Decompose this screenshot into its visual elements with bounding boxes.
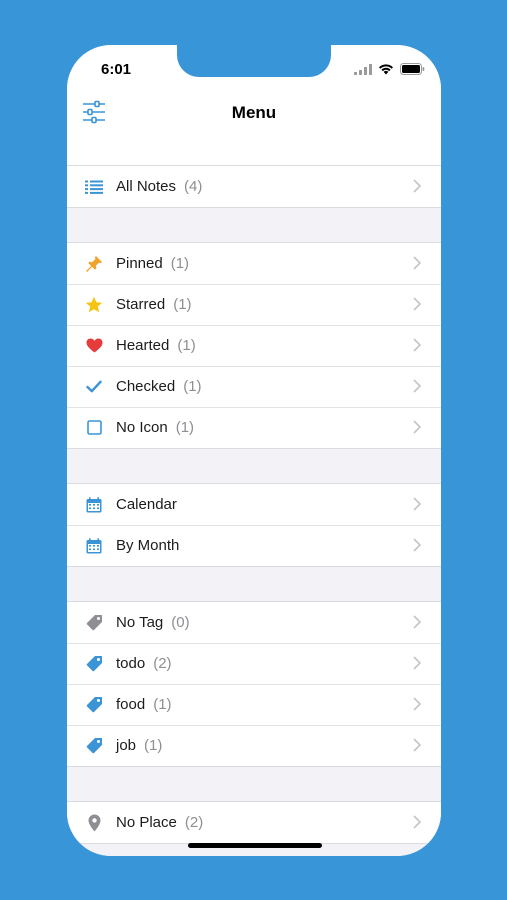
menu-item-count: (2) — [153, 655, 172, 672]
heart-icon — [84, 336, 104, 356]
tag-icon — [84, 613, 104, 633]
list-icon — [84, 177, 104, 197]
menu-item-label: All Notes — [116, 178, 177, 195]
menu-item-no-tag[interactable]: No Tag (0) — [67, 602, 441, 643]
page-title: Menu — [231, 103, 277, 122]
chevron-right-icon — [413, 256, 421, 270]
menu-item-all-notes[interactable]: All Notes (4) — [67, 166, 441, 207]
home-indicator[interactable] — [188, 843, 322, 848]
chevron-right-icon — [413, 656, 421, 670]
tag-icon — [84, 736, 104, 756]
group-places: No Place (2) — [67, 801, 441, 844]
chevron-right-icon — [413, 379, 421, 393]
menu-item-label: By Month — [116, 537, 180, 554]
pin-icon — [84, 254, 104, 274]
menu-item-count: (1) — [173, 296, 192, 313]
menu-item-count: (1) — [144, 737, 163, 754]
chevron-right-icon — [413, 738, 421, 752]
menu-item-tag-job[interactable]: job (1) — [67, 725, 441, 766]
menu-item-tag-todo[interactable]: todo (2) — [67, 643, 441, 684]
menu-item-label: job — [116, 737, 137, 754]
menu-item-starred[interactable]: Starred (1) — [67, 284, 441, 325]
menu-item-pinned[interactable]: Pinned (1) — [67, 243, 441, 284]
menu-item-label: Pinned — [116, 255, 163, 272]
calendar-icon — [84, 536, 104, 556]
group-icons: Pinned (1) Starred (1) Hearted (1) Check… — [67, 242, 441, 449]
menu-item-no-place[interactable]: No Place (2) — [67, 802, 441, 843]
cellular-signal-icon — [354, 63, 372, 75]
chevron-right-icon — [413, 815, 421, 829]
menu-item-hearted[interactable]: Hearted (1) — [67, 325, 441, 366]
menu-item-no-icon[interactable]: No Icon (1) — [67, 407, 441, 448]
notch — [177, 45, 331, 77]
menu-item-label: No Tag — [116, 614, 164, 631]
menu-item-count: (0) — [171, 614, 190, 631]
square-icon — [84, 418, 104, 438]
menu-item-label: No Place — [116, 814, 177, 831]
menu-item-count: (4) — [184, 178, 203, 195]
menu-item-by-month[interactable]: By Month — [67, 525, 441, 566]
wifi-icon — [379, 64, 393, 75]
chevron-right-icon — [413, 338, 421, 352]
menu-item-count: (1) — [170, 255, 190, 272]
menu-item-checked[interactable]: Checked (1) — [67, 366, 441, 407]
chevron-right-icon — [413, 697, 421, 711]
phone-frame: 6:01 Menu All Notes (4) Pinned (1) Starr… — [67, 45, 441, 856]
navigation-bar: Menu — [67, 89, 441, 135]
status-icons — [354, 63, 425, 75]
battery-icon — [400, 63, 425, 75]
star-icon — [84, 295, 104, 315]
menu-item-label: Hearted — [116, 337, 170, 354]
menu-item-count: (2) — [184, 814, 204, 831]
menu-item-label: Checked — [116, 378, 176, 395]
menu-item-count: (1) — [183, 378, 202, 395]
menu-item-label: food — [116, 696, 146, 713]
menu-item-label: todo — [116, 655, 146, 672]
chevron-right-icon — [413, 297, 421, 311]
menu-item-count: (1) — [175, 419, 195, 436]
tag-icon — [84, 654, 104, 674]
menu-item-label: Calendar — [116, 496, 177, 513]
calendar-icon — [84, 495, 104, 515]
menu-item-tag-food[interactable]: food (1) — [67, 684, 441, 725]
status-time: 6:01 — [101, 61, 132, 78]
header-spacer — [67, 135, 441, 165]
chevron-right-icon — [413, 497, 421, 511]
chevron-right-icon — [413, 538, 421, 552]
tag-icon — [84, 695, 104, 715]
menu-item-label: Starred — [116, 296, 166, 313]
location-pin-icon — [84, 813, 104, 833]
menu-item-count: (1) — [177, 337, 196, 354]
group-tags: No Tag (0) todo (2) food (1) job (1) — [67, 601, 441, 767]
menu-item-calendar[interactable]: Calendar — [67, 484, 441, 525]
chevron-right-icon — [413, 420, 421, 434]
group-all-notes: All Notes (4) — [67, 165, 441, 208]
menu-list: All Notes (4) Pinned (1) Starred (1) Hea… — [67, 135, 441, 856]
checkmark-icon — [84, 377, 104, 397]
group-calendar: Calendar By Month — [67, 483, 441, 567]
chevron-right-icon — [413, 615, 421, 629]
chevron-right-icon — [413, 179, 421, 193]
menu-item-count: (1) — [153, 696, 172, 713]
menu-item-label: No Icon — [116, 419, 168, 436]
